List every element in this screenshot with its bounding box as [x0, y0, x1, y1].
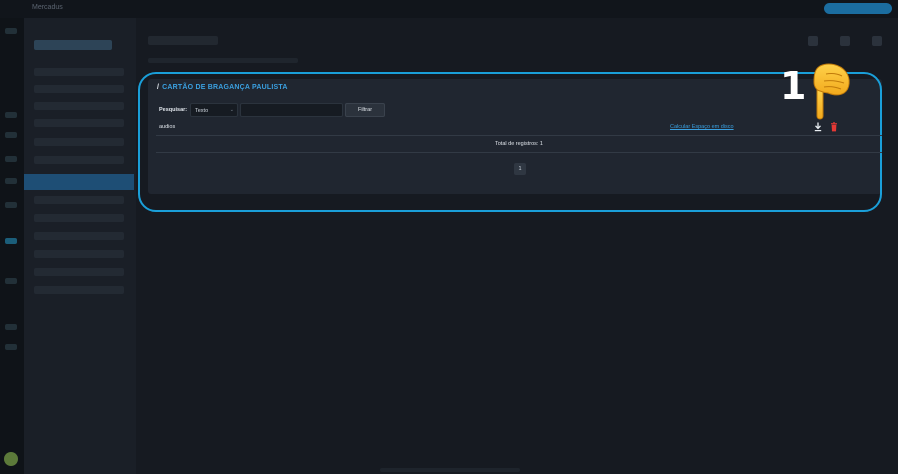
footer — [380, 468, 520, 472]
select-value: Texto — [195, 107, 209, 114]
search-label: Pesquisar: — [159, 107, 188, 113]
search-type-select[interactable]: Texto ⌄ — [190, 103, 238, 117]
calculate-disk-space-link[interactable]: Calcular Espaço em disco — [670, 124, 734, 130]
filter-button[interactable]: Filtrar — [345, 103, 385, 117]
sidebar-item[interactable] — [34, 68, 124, 76]
avatar-icon[interactable] — [872, 36, 882, 46]
rail-icon[interactable] — [5, 202, 17, 208]
header-icons — [808, 34, 888, 50]
download-icon[interactable] — [814, 122, 822, 132]
rail-icon[interactable] — [5, 278, 17, 284]
rail-icon[interactable] — [5, 132, 17, 138]
bell-icon[interactable] — [840, 36, 850, 46]
sidebar-item[interactable] — [34, 250, 124, 258]
step-number: 1 — [780, 64, 807, 108]
sidebar-item-active[interactable] — [24, 174, 134, 190]
sidebar-item[interactable] — [34, 286, 124, 294]
sidebar-item[interactable] — [34, 268, 124, 276]
rail-icon[interactable] — [5, 112, 17, 118]
pagination-page[interactable]: 1 — [514, 163, 526, 175]
logo — [34, 40, 112, 50]
folder-name: audios — [159, 124, 176, 130]
pointing-hand-icon — [813, 63, 850, 120]
icon-rail — [0, 18, 24, 474]
chevron-down-icon: ⌄ — [229, 107, 234, 113]
panel-title: / CARTÃO DE BRAGANÇA PAULISTA — [157, 84, 288, 91]
user-icon[interactable] — [808, 36, 818, 46]
search-input[interactable] — [240, 103, 343, 117]
breadcrumb — [148, 58, 298, 63]
total-records: Total de registros: 1 — [495, 141, 543, 147]
rail-icon[interactable] — [5, 324, 17, 330]
rail-icon[interactable] — [5, 28, 17, 34]
sidebar-item[interactable] — [34, 232, 124, 240]
window-title: Mercadus — [32, 4, 63, 11]
sidebar-item[interactable] — [34, 196, 124, 204]
rail-icon[interactable] — [5, 178, 17, 184]
sidebar-item[interactable] — [34, 119, 124, 127]
page-title — [148, 36, 218, 45]
row-divider — [156, 135, 882, 136]
panel-title-text: CARTÃO DE BRAGANÇA PAULISTA — [162, 84, 288, 91]
avatar[interactable] — [4, 452, 18, 466]
sidebar-item[interactable] — [34, 156, 124, 164]
rail-icon[interactable] — [5, 156, 17, 162]
rail-icon[interactable] — [5, 344, 17, 350]
title-prefix: / — [157, 84, 160, 91]
row-divider — [156, 152, 882, 153]
top-action-button[interactable] — [824, 3, 892, 14]
sidebar-item[interactable] — [34, 138, 124, 146]
trash-icon[interactable] — [830, 122, 838, 132]
sidebar-item[interactable] — [34, 85, 124, 93]
top-bar: Mercadus — [0, 0, 898, 18]
sidebar-item[interactable] — [34, 214, 124, 222]
rail-icon[interactable] — [5, 238, 17, 244]
sidebar-item[interactable] — [34, 102, 124, 110]
sidebar — [24, 18, 136, 474]
